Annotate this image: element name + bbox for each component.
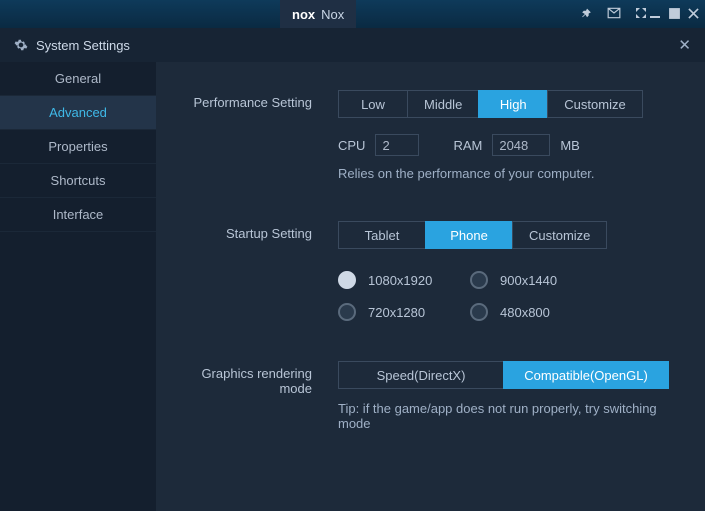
- startup-button-row: TabletPhoneCustomize: [338, 221, 681, 249]
- app-logo: nox: [292, 7, 315, 22]
- graphics-button-row: Speed(DirectX)Compatible(OpenGL): [338, 361, 681, 389]
- cpu-ram-row: CPU 2 RAM 2048 MB: [338, 134, 681, 156]
- seg-btn-low[interactable]: Low: [338, 90, 408, 118]
- performance-button-row: LowMiddleHighCustomize: [338, 90, 681, 118]
- performance-hint: Relies on the performance of your comput…: [338, 166, 681, 181]
- sidebar-item-advanced[interactable]: Advanced: [0, 96, 156, 130]
- seg-btn-customize[interactable]: Customize: [512, 221, 607, 249]
- resolution-radio-900x1440[interactable]: 900x1440: [470, 271, 600, 289]
- resolution-grid: 1080x1920 900x1440 720x1280 480x800: [338, 271, 681, 321]
- sidebar-item-interface[interactable]: Interface: [0, 198, 156, 232]
- ram-unit: MB: [560, 138, 580, 153]
- graphics-label: Graphics rendering mode: [180, 361, 338, 431]
- ram-label: RAM: [453, 138, 482, 153]
- resolution-radio-1080x1920[interactable]: 1080x1920: [338, 271, 468, 289]
- radio-icon: [470, 303, 488, 321]
- radio-label: 900x1440: [500, 273, 557, 288]
- app-title-bar: nox Nox: [0, 0, 705, 28]
- seg-btn-tablet[interactable]: Tablet: [338, 221, 426, 249]
- seg-btn-middle[interactable]: Middle: [407, 90, 479, 118]
- settings-close-icon[interactable]: ✕: [678, 36, 691, 54]
- startup-label: Startup Setting: [180, 221, 338, 321]
- sidebar-item-shortcuts[interactable]: Shortcuts: [0, 164, 156, 198]
- radio-icon: [470, 271, 488, 289]
- seg-btn-high[interactable]: High: [478, 90, 548, 118]
- maximize-icon[interactable]: [669, 8, 680, 21]
- sidebar-item-properties[interactable]: Properties: [0, 130, 156, 164]
- ram-select[interactable]: 2048: [492, 134, 550, 156]
- radio-icon: [338, 303, 356, 321]
- settings-window: System Settings ✕ GeneralAdvancedPropert…: [0, 28, 705, 511]
- section-startup: Startup Setting TabletPhoneCustomize 108…: [180, 221, 681, 321]
- seg-btn-speed[interactable]: Speed(DirectX): [338, 361, 504, 389]
- radio-label: 480x800: [500, 305, 550, 320]
- settings-title: System Settings: [36, 38, 130, 53]
- seg-btn-customize[interactable]: Customize: [547, 90, 642, 118]
- close-icon[interactable]: [688, 8, 699, 21]
- radio-label: 1080x1920: [368, 273, 432, 288]
- performance-label: Performance Setting: [180, 90, 338, 181]
- section-performance: Performance Setting LowMiddleHighCustomi…: [180, 90, 681, 181]
- radio-icon: [338, 271, 356, 289]
- cpu-label: CPU: [338, 138, 365, 153]
- settings-header: System Settings ✕: [0, 28, 705, 62]
- gear-icon: [14, 38, 28, 52]
- app-name: Nox: [321, 7, 344, 22]
- resolution-radio-480x800[interactable]: 480x800: [470, 303, 600, 321]
- mail-icon[interactable]: [607, 7, 621, 21]
- minimize-icon[interactable]: [649, 7, 661, 21]
- sidebar-item-general[interactable]: General: [0, 62, 156, 96]
- settings-sidebar: GeneralAdvancedPropertiesShortcutsInterf…: [0, 62, 156, 511]
- settings-content: Performance Setting LowMiddleHighCustomi…: [156, 62, 705, 511]
- resolution-radio-720x1280[interactable]: 720x1280: [338, 303, 468, 321]
- section-graphics: Graphics rendering mode Speed(DirectX)Co…: [180, 361, 681, 431]
- radio-label: 720x1280: [368, 305, 425, 320]
- pin-icon[interactable]: [580, 7, 593, 22]
- fullscreen-icon[interactable]: [635, 7, 647, 21]
- seg-btn-phone[interactable]: Phone: [425, 221, 513, 249]
- cpu-select[interactable]: 2: [375, 134, 419, 156]
- seg-btn-compat[interactable]: Compatible(OpenGL): [503, 361, 669, 389]
- graphics-hint: Tip: if the game/app does not run proper…: [338, 401, 658, 431]
- app-tab[interactable]: nox Nox: [280, 0, 356, 28]
